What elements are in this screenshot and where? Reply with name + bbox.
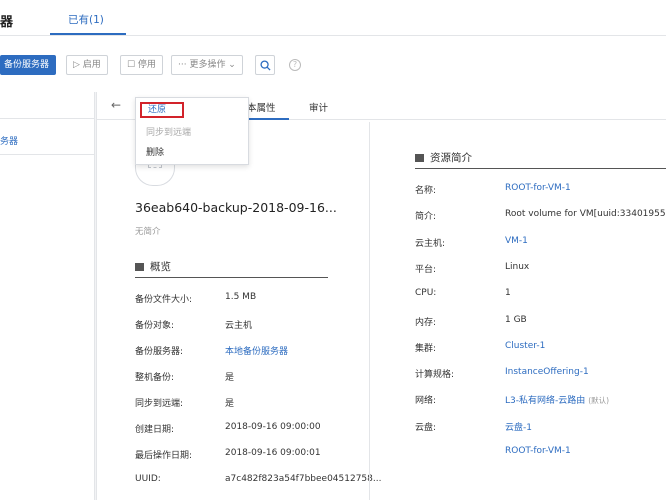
backup-server-link[interactable]: 务器 [0, 134, 18, 147]
more-actions-menu: 还原 同步到远端 删除 [135, 97, 249, 165]
resource-value: 1 GB [505, 314, 527, 325]
resource-value: Linux [505, 261, 530, 272]
overview-value: 是 [225, 399, 235, 409]
search-button[interactable] [255, 55, 275, 75]
tab-basic-properties[interactable]: 本属性 [247, 100, 276, 114]
column-divider [369, 122, 370, 500]
top-bar: 器 已有(1) [0, 0, 666, 36]
overview-value: 2018-09-16 09:00:01 [225, 448, 321, 458]
resource-value[interactable]: ROOT-for-VM-1 [505, 446, 571, 456]
enable-button[interactable]: ▷ 启用 [66, 55, 108, 75]
resource-value: 1 [505, 288, 511, 299]
resource-value[interactable]: VM-1 [505, 236, 528, 246]
menu-item-sync-remote[interactable]: 同步到远端 [146, 125, 191, 138]
tab-underline [50, 33, 126, 35]
menu-item-delete[interactable]: 删除 [146, 145, 164, 158]
overview-value: 云主机 [225, 321, 253, 331]
menu-item-restore[interactable]: 还原 [140, 102, 184, 118]
add-backup-server-button[interactable]: 备份服务器 [0, 55, 56, 75]
backup-description: 无简介 [135, 227, 161, 237]
arrow-left-icon[interactable]: ← [111, 98, 121, 112]
overview-value: a7c482f823a54f7bbee04512758... [225, 474, 382, 484]
tab-audit[interactable]: 审计 [309, 100, 328, 114]
resource-label: 内存: [415, 317, 437, 328]
backup-server-list: 务器 [0, 92, 95, 500]
search-icon [259, 60, 271, 71]
overview-value: 是 [225, 373, 235, 383]
resource-label: 名称: [415, 186, 437, 196]
overview-value: 2018-09-16 09:00:00 [225, 422, 321, 432]
section-icon [415, 154, 424, 162]
overview-label: 备份文件大小: [135, 295, 193, 305]
resource-title: 资源简介 [415, 150, 472, 165]
resource-label: 平台: [415, 264, 437, 275]
resource-label: 简介: [415, 212, 437, 223]
resource-value[interactable]: InstanceOffering-1 [505, 367, 589, 377]
overview-label: UUID: [135, 474, 161, 484]
backup-name: 36eab640-backup-2018-09-16... [135, 200, 337, 215]
help-icon[interactable]: ? [289, 59, 301, 71]
resource-value[interactable]: 云盘-1 [505, 420, 532, 433]
overview-label: 整机备份: [135, 373, 175, 383]
overview-value: 1.5 MB [225, 292, 257, 302]
overview-label: 备份服务器: [135, 347, 184, 357]
overview-label: 创建日期: [135, 425, 175, 435]
overview-title: 概览 [135, 259, 171, 274]
disable-button[interactable]: ☐ 停用 [120, 55, 163, 75]
section-icon [135, 263, 144, 271]
resource-label: 云主机: [415, 238, 446, 249]
overview-value[interactable]: 本地备份服务器 [225, 344, 288, 357]
resource-value[interactable]: ROOT-for-VM-1 [505, 183, 571, 193]
resource-value[interactable]: Cluster-1 [505, 341, 545, 351]
resource-label: CPU: [415, 288, 437, 299]
overview-label: 备份对象: [135, 321, 175, 331]
overview-label: 最后操作日期: [135, 451, 193, 461]
section-underline [135, 277, 328, 278]
more-actions-button[interactable]: ··· 更多操作 ⌄ [171, 55, 243, 75]
toolbar: 备份服务器 ▷ 启用 ☐ 停用 ··· 更多操作 ⌄ ? [0, 36, 666, 92]
divider [0, 154, 95, 155]
resource-label: 网络: [415, 396, 437, 407]
resource-label: 云盘: [415, 422, 437, 433]
overview-label: 同步到远端: [135, 399, 184, 409]
section-underline [415, 168, 666, 169]
divider [0, 118, 95, 119]
resource-label: 计算规格: [415, 370, 455, 381]
resource-value[interactable]: L3-私有网络-云路由 (默认) [505, 393, 609, 406]
resource-label: 集群: [415, 343, 437, 354]
page-title: 器 [0, 15, 14, 30]
resource-value: Root volume for VM[uuid:3340195562b0 [505, 209, 666, 220]
tab-existing[interactable]: 已有(1) [68, 12, 104, 27]
default-tag: (默认) [588, 396, 610, 406]
